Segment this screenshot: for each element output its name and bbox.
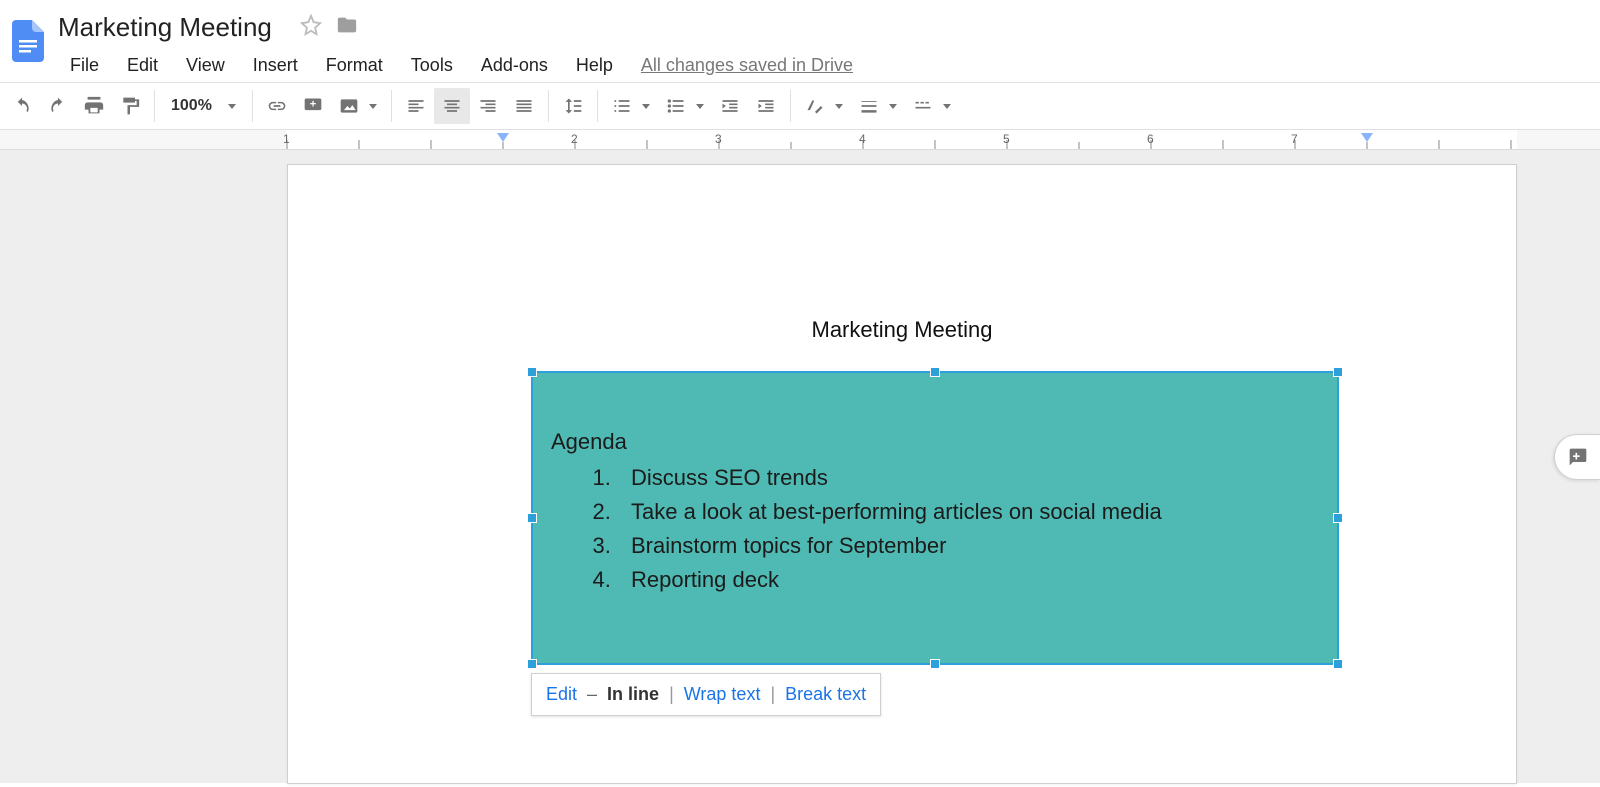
ruler-mark: 4 [859,132,866,146]
wrap-option-wrap[interactable]: Wrap text [684,684,761,705]
document-page[interactable]: Marketing Meeting Agenda Discuss SEO tre… [287,164,1517,784]
separator-pipe: | [770,684,775,705]
chevron-down-icon [943,104,951,109]
resize-handle[interactable] [930,659,940,669]
print-button[interactable] [76,88,112,124]
menu-format[interactable]: Format [312,49,397,82]
chevron-down-icon [889,104,897,109]
bulleted-list-button[interactable] [658,88,712,124]
wrap-option-inline[interactable]: In line [607,684,659,705]
redo-button[interactable] [40,88,76,124]
increase-indent-button[interactable] [748,88,784,124]
agenda-item: Brainstorm topics for September [617,529,1319,563]
agenda-list: Discuss SEO trends Take a look at best-p… [551,461,1319,597]
chevron-down-icon [642,104,650,109]
move-to-folder-icon[interactable] [336,14,358,36]
undo-button[interactable] [4,88,40,124]
line-spacing-button[interactable] [555,88,591,124]
separator-dash: – [587,684,597,705]
ruler-mark: 2 [571,132,578,146]
resize-handle[interactable] [1333,367,1343,377]
chevron-down-icon [835,104,843,109]
toolbar: 100% + [0,82,1600,130]
menu-tools[interactable]: Tools [397,49,467,82]
align-center-button[interactable] [434,88,470,124]
resize-handle[interactable] [527,367,537,377]
agenda-item: Reporting deck [617,563,1319,597]
ruler-mark: 5 [1003,132,1010,146]
google-docs-logo[interactable] [8,14,48,68]
numbered-list-button[interactable] [604,88,658,124]
image-edit-link[interactable]: Edit [546,684,577,705]
menu-help[interactable]: Help [562,49,627,82]
resize-handle[interactable] [930,367,940,377]
chevron-down-icon [369,104,377,109]
chevron-down-icon [696,104,704,109]
title-area: Marketing Meeting File Edit View Insert … [56,8,1600,82]
inserted-drawing[interactable]: Agenda Discuss SEO trends Take a look at… [531,371,1339,665]
agenda-item: Discuss SEO trends [617,461,1319,495]
align-justify-button[interactable] [506,88,542,124]
menu-file[interactable]: File [56,49,113,82]
menu-insert[interactable]: Insert [239,49,312,82]
insert-link-button[interactable] [259,88,295,124]
ruler-mark: 3 [715,132,722,146]
zoom-dropdown[interactable]: 100% [161,88,246,124]
drawing-content: Agenda Discuss SEO trends Take a look at… [533,373,1337,615]
align-right-button[interactable] [470,88,506,124]
add-comment-button[interactable]: + [295,88,331,124]
ruler-mark: 7 [1291,132,1298,146]
add-comment-icon [1568,447,1588,467]
image-options-toolbar: Edit – In line | Wrap text | Break text [531,673,881,716]
decrease-indent-button[interactable] [712,88,748,124]
menu-bar: File Edit View Insert Format Tools Add-o… [56,49,1600,82]
save-status[interactable]: All changes saved in Drive [627,49,867,82]
zoom-value: 100% [171,97,212,115]
clear-formatting-button[interactable] [797,88,851,124]
agenda-title: Agenda [551,429,1319,455]
menu-edit[interactable]: Edit [113,49,172,82]
canvas: 1 2 3 4 5 6 7 Marketing Meeting Agenda D… [0,130,1600,783]
star-icon[interactable] [300,14,322,36]
agenda-item: Take a look at best-performing articles … [617,495,1319,529]
chevron-down-icon [228,104,236,109]
ruler-mark: 6 [1147,132,1154,146]
svg-text:+: + [310,99,316,111]
ruler-mark: 1 [283,132,290,146]
document-heading: Marketing Meeting [288,317,1516,343]
insert-comment-bubble[interactable] [1554,434,1600,480]
paint-format-button[interactable] [112,88,148,124]
border-weight-button[interactable] [851,88,905,124]
resize-handle[interactable] [1333,513,1343,523]
align-left-button[interactable] [398,88,434,124]
menu-view[interactable]: View [172,49,239,82]
resize-handle[interactable] [527,513,537,523]
menu-addons[interactable]: Add-ons [467,49,562,82]
border-dash-button[interactable] [905,88,959,124]
resize-handle[interactable] [1333,659,1343,669]
separator-pipe: | [669,684,674,705]
header: Marketing Meeting File Edit View Insert … [0,0,1600,82]
resize-handle[interactable] [527,659,537,669]
insert-image-button[interactable] [331,88,385,124]
document-title[interactable]: Marketing Meeting [56,8,278,45]
horizontal-ruler[interactable]: 1 2 3 4 5 6 7 [0,130,1600,150]
wrap-option-break[interactable]: Break text [785,684,866,705]
